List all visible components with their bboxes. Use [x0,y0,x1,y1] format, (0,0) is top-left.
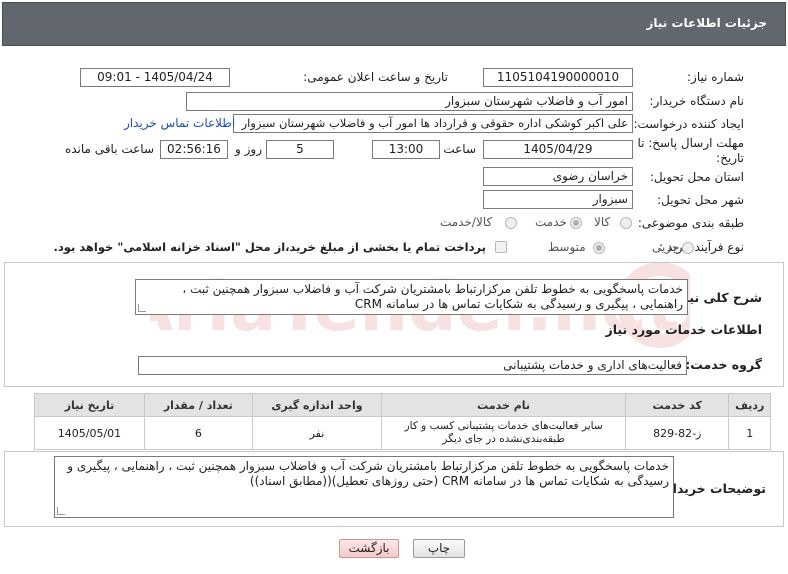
buyer-notes-label: توضیحات خریدار: [660,481,766,496]
category-radio-goods[interactable] [620,217,632,229]
services-table: ردیف کد خدمت نام خدمت واحد اندازه گیری ت… [34,393,771,450]
city-field[interactable]: سبزوار [483,190,633,209]
buyer-contact-link[interactable]: اطلاعات تماس خریدار [124,116,235,130]
category-label: طبقه بندی موضوعی: [637,216,744,230]
service-group-field[interactable]: فعالیت‌های اداری و خدمات پشتیبانی [138,356,687,375]
table-row: 1 ز-82-829 سایر فعالیت‌های خدمات پشتیبان… [34,416,771,450]
process-option-minor: جزیی [652,240,680,254]
buyer-org-label: نام دستگاه خریدار: [649,94,745,108]
cell-row: 1 [728,416,771,450]
category-radio-goods-service[interactable] [505,217,517,229]
deadline-date-field[interactable]: 1405/04/29 [483,140,633,159]
page-title: جزئیات اطلاعات نیاز [646,16,767,30]
summary-textarea[interactable]: خدمات پاسخگویی به خطوط تلفن مرکزارتباط ب… [135,279,688,315]
cell-name: سایر فعالیت‌های خدمات پشتیبانی کسب و کار… [381,416,627,450]
page-header: جزئیات اطلاعات نیاز [2,2,786,46]
need-number-label: شماره نیاز: [687,70,744,84]
province-label: استان محل تحویل: [649,170,744,184]
remaining-days-field[interactable]: 5 [266,140,334,159]
city-label: شهر محل تحویل: [657,193,744,207]
treasury-payment-checkbox[interactable] [495,241,507,253]
remaining-label: ساعت باقی مانده [64,142,154,156]
process-radio-minor[interactable] [682,242,694,254]
process-radio-medium[interactable] [593,242,605,254]
cell-code: ز-82-829 [625,416,730,450]
province-field[interactable]: خراسان رضوی [483,167,633,186]
announce-date-field[interactable]: 1405/04/24 - 09:01 [80,68,230,87]
service-group-label: گروه خدمت: [685,357,762,372]
back-button[interactable]: بازگشت [339,539,399,558]
col-code: کد خدمت [625,393,730,417]
remaining-time-field[interactable]: 02:56:16 [160,140,228,159]
print-button[interactable]: چاپ [413,539,465,558]
col-row: ردیف [728,393,771,417]
days-label: روز و [235,142,262,156]
cell-unit: نفر [251,416,383,450]
deadline-time-field[interactable]: 13:00 [372,140,440,159]
category-option-service: خدمت [535,215,567,229]
buyer-org-field[interactable]: امور آب و فاضلاب شهرستان سبزوار [186,92,633,111]
process-option-medium: متوسط [548,240,586,254]
table-header-row: ردیف کد خدمت نام خدمت واحد اندازه گیری ت… [34,393,771,417]
services-section-title: اطلاعات خدمات مورد نیاز [605,322,763,337]
need-number-field[interactable]: 1105104190000010 [483,68,633,87]
col-quantity: تعداد / مقدار [143,393,253,417]
cell-need-date: 1405/05/01 [34,416,145,450]
buyer-notes-textarea[interactable]: خدمات پاسخگویی به خطوط تلفن مرکزارتباط ب… [54,456,674,518]
announce-date-label: تاریخ و ساعت اعلان عمومی: [303,70,448,84]
deadline-time-label: ساعت [443,142,476,156]
cell-quantity: 6 [143,416,253,450]
col-need-date: تاریخ نیاز [34,393,145,417]
col-name: نام خدمت [381,393,627,417]
category-radio-service[interactable] [570,217,582,229]
requester-field[interactable]: علی اکبر کوشکی اداره حقوقی و قرارداد ها … [233,114,633,133]
col-unit: واحد اندازه گیری [251,393,383,417]
category-option-goods: کالا [594,215,611,229]
treasury-payment-note: پرداخت تمام یا بخشی از مبلغ خرید،از محل … [53,240,486,254]
category-option-goods-service: کالا/خدمت [440,215,493,229]
deadline-label: مهلت ارسال پاسخ: تا تاریخ: [637,136,744,165]
requester-label: ایجاد کننده درخواست: [633,117,744,131]
